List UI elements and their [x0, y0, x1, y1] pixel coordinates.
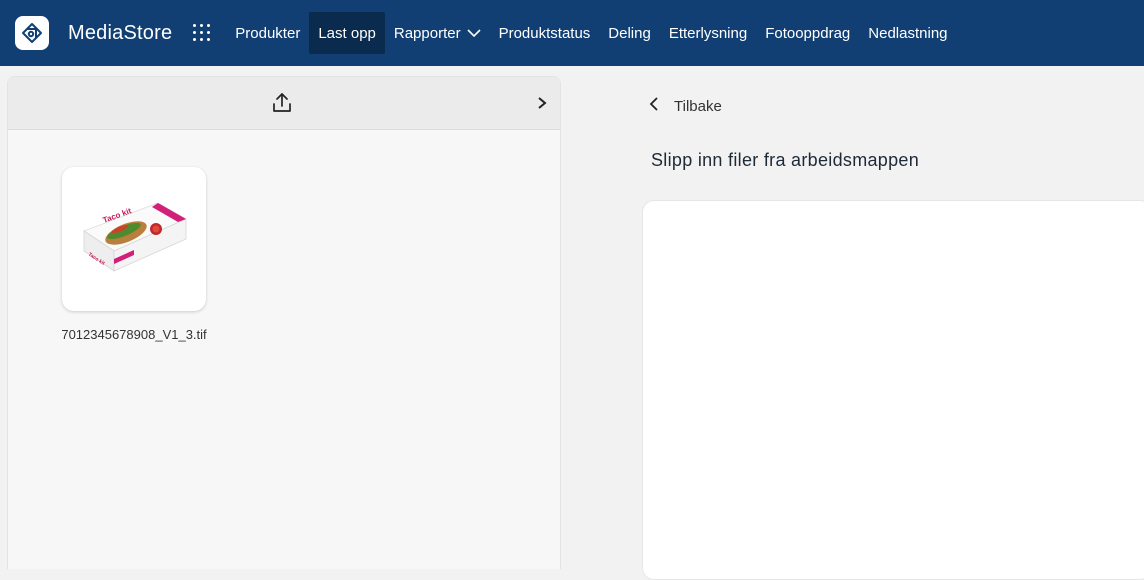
mediastore-logo-icon[interactable] — [15, 16, 49, 50]
chevron-right-icon[interactable] — [535, 95, 549, 111]
app-grid-icon[interactable] — [192, 23, 212, 43]
chevron-down-icon — [467, 25, 481, 42]
nav-item-last-opp[interactable]: Last opp — [309, 12, 385, 54]
main-nav: Produkter Last opp Rapporter Produktstat… — [226, 0, 956, 66]
app-title[interactable]: MediaStore — [68, 22, 172, 45]
upload-icon[interactable] — [270, 91, 294, 115]
working-folder-panel: Taco kit Taco kit 7012345678908_V1_3.tif — [7, 76, 561, 569]
nav-item-nedlastning[interactable]: Nedlastning — [859, 12, 956, 54]
nav-item-etterlysning[interactable]: Etterlysning — [660, 12, 756, 54]
nav-item-produkter[interactable]: Produkter — [226, 12, 309, 54]
top-navigation-bar: MediaStore Produkter Last opp Rapporter … — [0, 0, 1144, 66]
nav-item-produktstatus[interactable]: Produktstatus — [490, 12, 600, 54]
nav-item-rapporter[interactable]: Rapporter — [385, 12, 490, 54]
back-label: Tilbake — [674, 98, 722, 115]
back-link[interactable]: Tilbake — [648, 96, 722, 117]
chevron-left-icon — [648, 96, 660, 117]
nav-item-deling[interactable]: Deling — [599, 12, 660, 54]
panel-header — [8, 77, 560, 130]
file-drop-zone[interactable] — [642, 200, 1144, 580]
file-thumbnail[interactable]: Taco kit Taco kit — [62, 167, 206, 311]
product-image: Taco kit Taco kit — [83, 202, 187, 272]
file-name[interactable]: 7012345678908_V1_3.tif — [48, 325, 220, 345]
drop-zone-title: Slipp inn filer fra arbeidsmappen — [651, 150, 920, 170]
nav-item-fotooppdrag[interactable]: Fotooppdrag — [756, 12, 859, 54]
